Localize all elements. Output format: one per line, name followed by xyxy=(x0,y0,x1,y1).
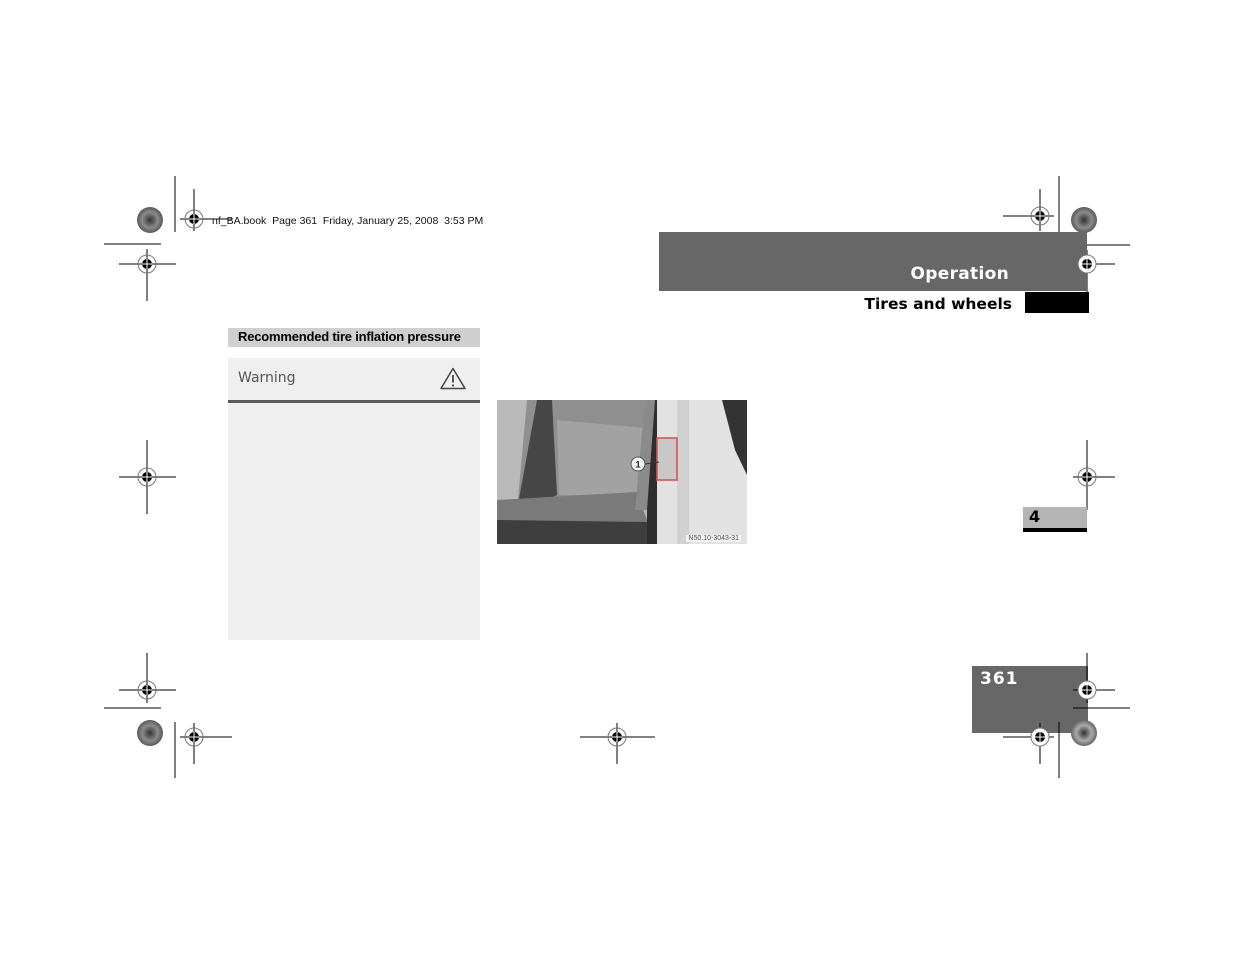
figure-illustration: 1 xyxy=(497,400,747,544)
page-number-box: 361 xyxy=(972,666,1088,733)
chapter-title: Operation xyxy=(910,264,1009,284)
warning-label: Warning xyxy=(238,370,296,386)
color-target-icon xyxy=(137,207,163,233)
page-number: 361 xyxy=(980,669,1019,689)
warning-header: Warning xyxy=(228,358,480,403)
section-tab-marker xyxy=(1025,292,1089,313)
print-slug: nf_BA.book Page 361 Friday, January 25, … xyxy=(212,215,484,227)
chapter-header-bar: Operation xyxy=(659,232,1087,291)
tire-pressure-label-highlight xyxy=(656,437,678,481)
chapter-thumb-tab: 4 xyxy=(1023,507,1087,532)
color-target-icon xyxy=(137,720,163,746)
figure-caption: N50.10-3043-31 xyxy=(686,535,741,542)
chapter-number: 4 xyxy=(1029,507,1041,526)
figure-seat-door-label: 1 N50.10-3043-31 xyxy=(497,400,747,544)
heading-bar: Recommended tire inflation pressure xyxy=(228,328,480,347)
color-target-icon xyxy=(1071,207,1097,233)
section-title: Tires and wheels xyxy=(864,295,1012,313)
callout-number: 1 xyxy=(635,460,640,470)
warning-box: Warning xyxy=(228,358,480,640)
section-heading: Recommended tire inflation pressure xyxy=(238,329,461,344)
warning-triangle-icon xyxy=(440,367,466,390)
